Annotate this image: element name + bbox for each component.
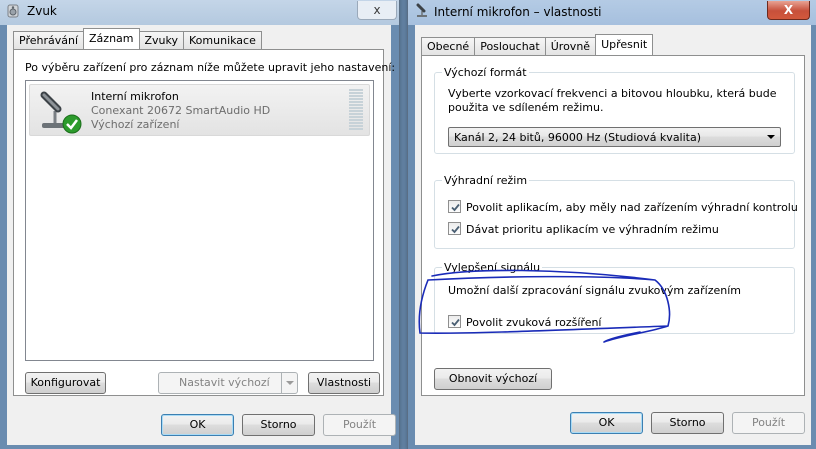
checkmark-icon [451,225,460,234]
green-check-icon [62,114,82,134]
chevron-down-icon [767,135,775,139]
device-status: Výchozí zařízení [91,118,180,131]
tab-levels[interactable]: Úrovně [544,37,597,55]
apply-button[interactable]: Použít [323,414,396,436]
group-title: Výchozí formát [442,66,529,79]
sound-dialog-titlebar[interactable]: Zvuk x [0,0,399,25]
group-title: Vylepšení signálu [442,261,543,274]
advanced-tab-pane: Výchozí formát Vyberte vzorkovací frekve… [421,55,805,396]
ok-button[interactable]: OK [570,412,643,434]
properties-tabs: Obecné Poslouchat Úrovně Upřesnit [421,34,654,55]
tab-playback[interactable]: Přehrávání [13,31,85,49]
level-meter [349,89,363,131]
chevron-down-icon [281,373,297,393]
speaker-icon [5,3,21,19]
tab-listen[interactable]: Poslouchat [474,37,546,55]
enable-enhancements-checkbox[interactable] [448,315,461,328]
sound-dialog-client: Přehrávání Záznam Zvuky Komunikace Po vý… [7,25,396,445]
format-select[interactable]: Kanál 2, 24 bitů, 96000 Hz (Studiová kva… [448,127,781,147]
format-description: Vyberte vzorkovací frekvenci a bitovou h… [448,87,777,100]
window-title: Interní mikrofon – vlastnosti [434,5,602,19]
cancel-button[interactable]: Storno [242,414,315,436]
tab-sounds[interactable]: Zvuky [138,31,185,49]
close-icon: X [783,3,794,17]
microphone-icon [415,3,431,19]
mic-properties-client: Obecné Poslouchat Úrovně Upřesnit Výchoz… [415,25,811,445]
device-driver: Conexant 20672 SmartAudio HD [91,104,271,117]
exclusive-priority-label[interactable]: Dávat prioritu aplikacím ve výhradním re… [466,223,719,236]
allow-exclusive-checkbox[interactable] [448,200,461,213]
sound-dialog: Zvuk x Přehrávání Záznam Zvuky Komunikac… [0,0,400,449]
checkmark-icon [451,318,460,327]
format-select-value: Kanál 2, 24 bitů, 96000 Hz (Studiová kva… [454,131,702,144]
recording-tab-pane: Po výběru zařízení pro záznam níže můžet… [13,49,395,396]
enable-enhancements-label[interactable]: Povolit zvuková rozšíření [466,316,602,329]
allow-exclusive-label[interactable]: Povolit aplikacím, aby měly nad zařízení… [466,201,798,214]
tab-communications[interactable]: Komunikace [183,31,262,49]
window-title: Zvuk [27,4,57,18]
configure-button[interactable]: Konfigurovat [25,372,106,394]
ok-button[interactable]: OK [161,414,234,436]
set-default-button[interactable]: Nastavit výchozí [158,372,298,394]
format-description-2: použita ve sdíleném režimu. [448,101,604,114]
exclusive-mode-group: Výhradní režim Povolit aplikacím, aby mě… [434,174,798,249]
restore-defaults-button[interactable]: Obnovit výchozí [434,368,552,390]
checkmark-icon [451,203,460,212]
default-format-group: Výchozí formát Vyberte vzorkovací frekve… [434,66,795,154]
close-button[interactable]: x [357,1,397,20]
mic-properties-titlebar[interactable]: Interní mikrofon – vlastnosti X [408,0,816,25]
enhancement-description: Umožní další zpracování signálu zvukovým… [448,284,742,297]
properties-button[interactable]: Vlastnosti [308,372,380,394]
close-icon: x [373,3,381,17]
group-title: Výhradní režim [442,174,530,187]
sound-tabs: Přehrávání Záznam Zvuky Komunikace [13,28,262,49]
cancel-button[interactable]: Storno [651,412,724,434]
recording-device-list[interactable]: Interní mikrofon Conexant 20672 SmartAud… [25,80,374,361]
device-name: Interní mikrofon [91,90,179,103]
device-row-internal-mic[interactable]: Interní mikrofon Conexant 20672 SmartAud… [29,84,370,136]
close-button[interactable]: X [767,1,810,20]
tab-recording[interactable]: Záznam [83,28,140,49]
signal-enhancement-group: Vylepšení signálu Umožní další zpracován… [434,261,795,334]
mic-properties-dialog: Interní mikrofon – vlastnosti X Obecné P… [407,0,816,449]
exclusive-priority-checkbox[interactable] [448,222,461,235]
tab-general[interactable]: Obecné [421,37,476,55]
apply-button[interactable]: Použít [732,412,805,434]
instruction-text: Po výběru zařízení pro záznam níže můžet… [25,61,396,74]
tab-advanced[interactable]: Upřesnit [595,34,654,55]
